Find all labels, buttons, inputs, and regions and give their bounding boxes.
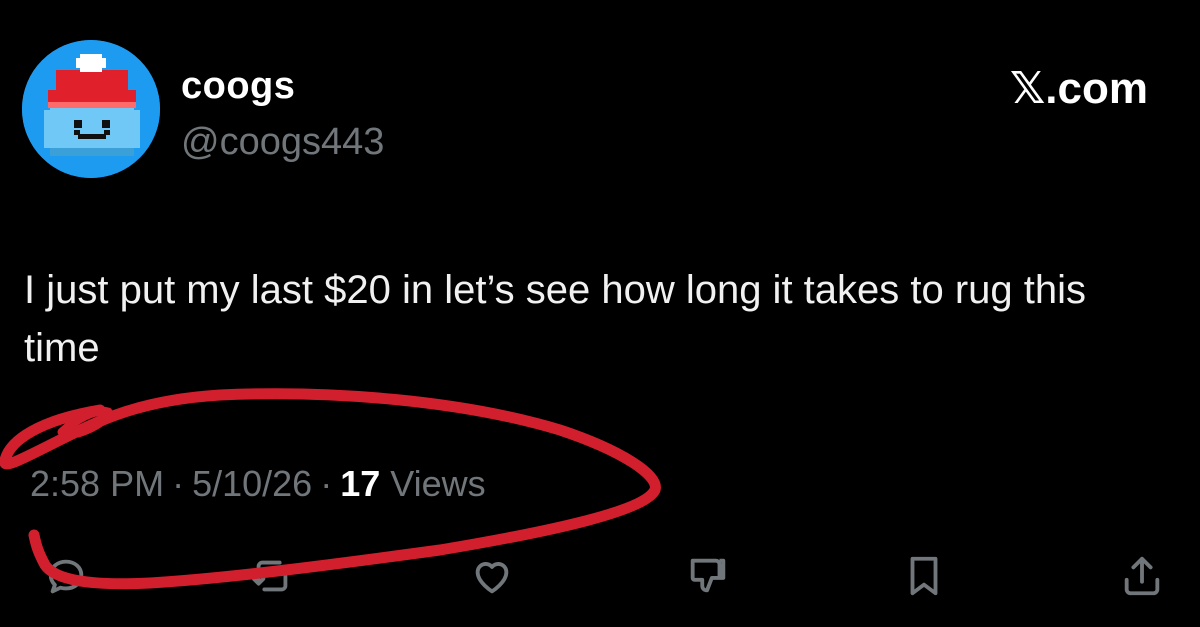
separator: · <box>172 463 185 504</box>
reply-button[interactable] <box>38 548 94 604</box>
dislike-button[interactable] <box>680 548 736 604</box>
like-icon <box>475 562 509 594</box>
tweet-time[interactable]: 2:58 PM <box>30 463 164 504</box>
retweet-button[interactable] <box>244 548 300 604</box>
tweet-text: I just put my last $20 in let’s see how … <box>24 268 1087 370</box>
dislike-icon <box>690 558 726 593</box>
brand-logo: 𝕏.com <box>1009 64 1148 113</box>
tweet-date[interactable]: 5/10/26 <box>192 463 312 504</box>
action-bar <box>0 548 1200 608</box>
avatar[interactable] <box>22 40 160 178</box>
author-handle[interactable]: @coogs443 <box>181 120 384 164</box>
separator: · <box>320 463 333 504</box>
retweet-icon <box>251 560 293 592</box>
tweet-meta: 2:58 PM · 5/10/26 · 17 Views <box>30 462 486 506</box>
share-button[interactable] <box>1114 548 1170 604</box>
views-count: 17 <box>340 463 381 504</box>
bookmark-icon <box>910 556 938 596</box>
avatar-image <box>22 40 160 178</box>
bookmark-button[interactable] <box>896 548 952 604</box>
views-label: Views <box>390 463 486 504</box>
share-icon <box>1124 556 1160 596</box>
author-display-name[interactable]: coogs <box>181 64 295 108</box>
like-button[interactable] <box>464 548 520 604</box>
reply-icon <box>48 559 84 594</box>
